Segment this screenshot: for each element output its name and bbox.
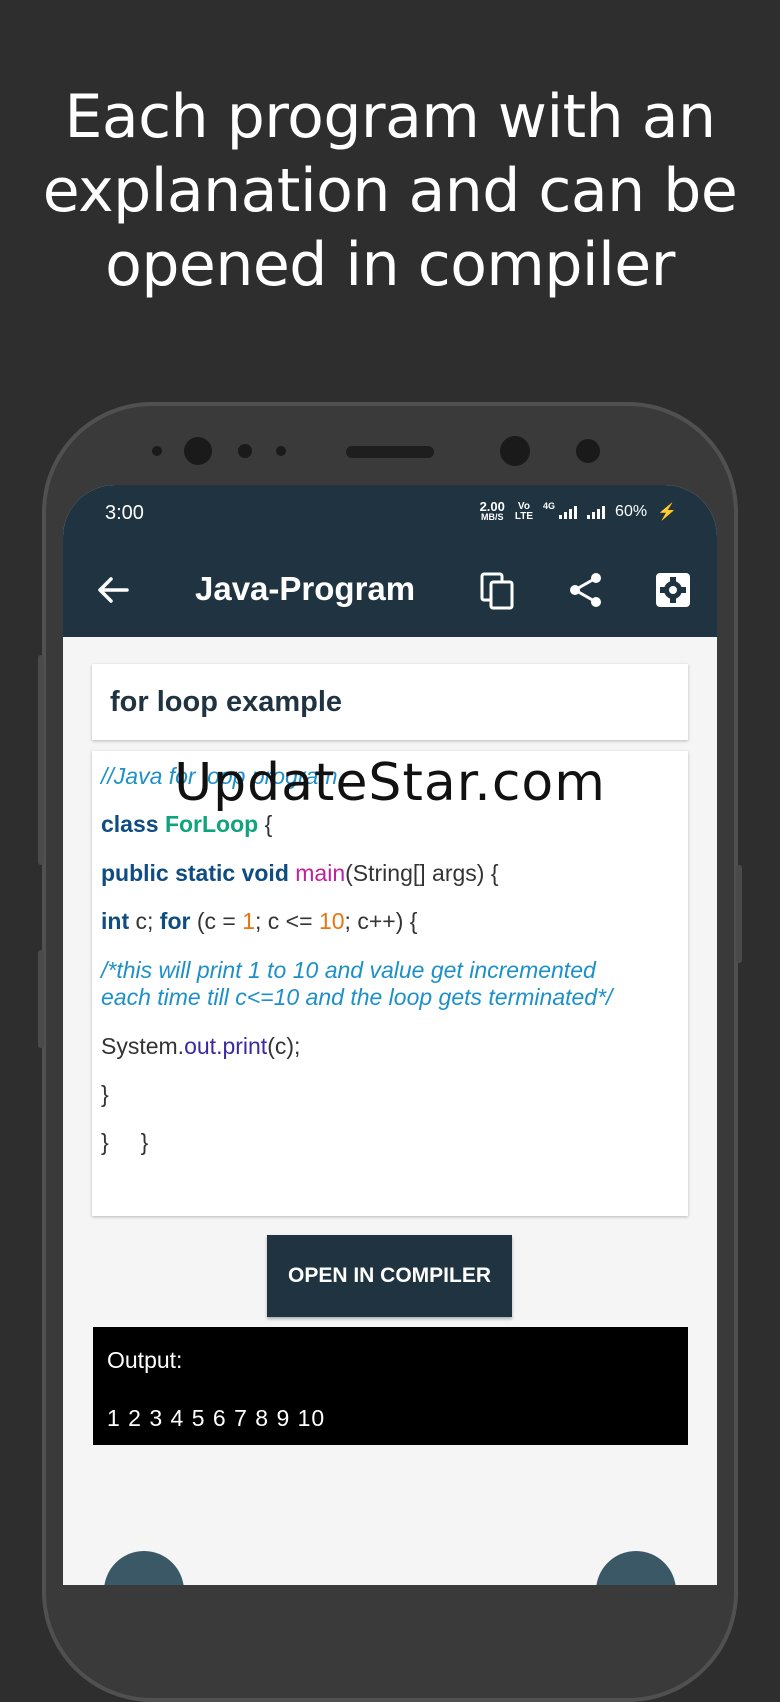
code-line-close: }	[101, 1081, 109, 1107]
output-panel: Output: 1 2 3 4 5 6 7 8 9 10	[93, 1327, 688, 1445]
earpiece-speaker	[346, 446, 434, 458]
speed-value: 2.00	[479, 499, 505, 514]
signal-icon-2	[587, 505, 606, 519]
code-text: c;	[129, 908, 160, 934]
signal-icon	[559, 505, 578, 519]
output-result: 1 2 3 4 5 6 7 8 9 10	[107, 1405, 326, 1431]
code-line-main: public static void main(String[] args) {	[101, 860, 499, 887]
code-method: main	[295, 860, 346, 886]
code-text: ; c <=	[255, 908, 319, 934]
code-line-close: } }	[101, 1129, 149, 1155]
phone-screen: 3:00 2.00 MB/S Vo LTE 4G 60% ⚡ Java-Prog…	[63, 485, 717, 1585]
volte-bottom: LTE	[514, 511, 534, 522]
code-keyword: public static void	[101, 860, 289, 886]
status-bar: 3:00 2.00 MB/S Vo LTE 4G 60% ⚡	[63, 485, 717, 540]
code-line-print: System.out.print(c);	[101, 1033, 300, 1060]
arrow-back-icon[interactable]	[93, 570, 133, 610]
code-line-class: class ForLoop {	[101, 811, 272, 838]
watermark: UpdateStar.com	[174, 753, 606, 813]
battery-percent: 60%	[615, 503, 648, 520]
code-text: (c);	[267, 1033, 301, 1059]
settings-icon[interactable]	[653, 570, 693, 610]
program-title: for loop example	[110, 686, 343, 718]
code-comment: /*this will print 1 to 10 and value get …	[101, 957, 596, 983]
app-toolbar: Java-Program	[63, 540, 717, 637]
side-button-right	[736, 865, 742, 963]
code-method: print	[222, 1033, 268, 1059]
share-icon[interactable]	[566, 570, 606, 610]
code-comment: each time till c<=10 and the loop gets t…	[101, 984, 613, 1010]
sensor-dot	[238, 444, 252, 458]
code-object: out	[184, 1033, 217, 1059]
previous-button[interactable]	[104, 1551, 184, 1585]
code-text: (String[] args) {	[345, 860, 499, 886]
output-label: Output:	[107, 1347, 183, 1373]
front-camera-2	[500, 436, 530, 466]
code-keyword: for	[159, 908, 191, 934]
code-card: //Java for loop program class ForLoop { …	[92, 751, 688, 1216]
code-text: System.	[101, 1033, 185, 1059]
code-keyword: class	[101, 811, 159, 837]
volte-icon: Vo LTE	[515, 502, 533, 522]
network-speed: 2.00 MB/S	[479, 499, 505, 523]
status-time: 3:00	[105, 502, 144, 524]
code-keyword: int	[101, 908, 130, 934]
sensor-dot	[152, 446, 162, 456]
promo-line-1: Each program with an	[64, 82, 716, 152]
code-class-name: ForLoop	[164, 811, 259, 837]
front-camera	[184, 437, 212, 465]
copy-icon[interactable]	[478, 570, 518, 610]
sensor-dot	[576, 439, 600, 463]
speed-unit: MB/S	[480, 512, 504, 522]
toolbar-title: Java-Program	[195, 570, 416, 607]
promo-line-3: opened in compiler	[105, 230, 675, 300]
code-number: 10	[318, 908, 345, 934]
sensor-dot	[276, 446, 286, 456]
promo-headline: Each program with an explanation and can…	[0, 80, 780, 302]
open-in-compiler-button[interactable]: OPEN IN COMPILER	[267, 1235, 512, 1317]
program-title-card: for loop example	[92, 664, 688, 740]
code-text: (c =	[190, 908, 243, 934]
next-button[interactable]	[596, 1551, 676, 1585]
code-number: 1	[242, 908, 256, 934]
status-icons: 2.00 MB/S Vo LTE 4G 60% ⚡	[479, 499, 677, 523]
charging-icon: ⚡	[657, 504, 677, 521]
promo-line-2: explanation and can be	[42, 156, 738, 226]
side-button-left-2	[38, 950, 44, 1048]
network-type: 4G	[543, 501, 556, 511]
code-text: {	[258, 811, 273, 837]
code-line-for: int c; for (c = 1; c <= 10; c++) {	[101, 908, 417, 935]
code-text: ; c++) {	[344, 908, 418, 934]
